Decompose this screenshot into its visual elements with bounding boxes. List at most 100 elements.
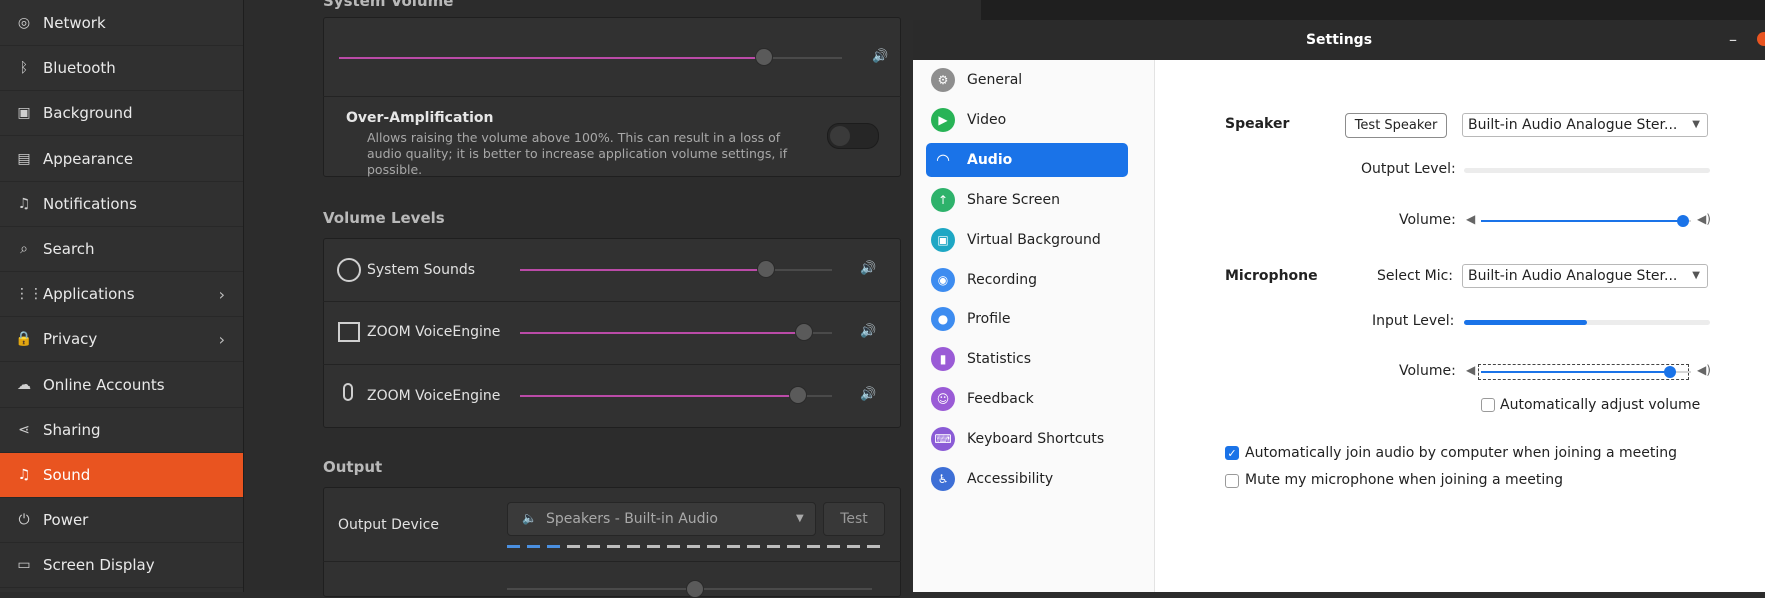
profile-icon: ● xyxy=(931,307,955,332)
sidebar-item-label: Notifications xyxy=(43,194,137,213)
over-amplification-title: Over-Amplification xyxy=(346,110,494,126)
zoom-nav-label: Audio xyxy=(967,151,1013,168)
test-speaker-button[interactable]: Test Speaker xyxy=(1345,113,1447,138)
speaker-label: Speaker xyxy=(1225,116,1290,132)
apps-grid-icon: ⋮⋮ xyxy=(15,286,43,303)
sidebar-item-sound[interactable]: ♫ Sound xyxy=(0,453,243,498)
appearance-icon: ▤ xyxy=(17,150,31,167)
zoom-nav-profile[interactable]: ● Profile xyxy=(913,302,1154,336)
output-level-segment xyxy=(707,545,720,548)
zoom-nav-general[interactable]: ⚙ General xyxy=(913,63,1154,97)
mute-mic-label: Mute my microphone when joining a meetin… xyxy=(1245,472,1563,488)
auto-join-audio-checkbox[interactable]: ✓ xyxy=(1225,446,1239,460)
sidebar-item-label: Applications xyxy=(43,285,135,304)
sidebar-item-label: Bluetooth xyxy=(43,59,116,78)
app-volume-knob[interactable] xyxy=(757,260,775,278)
sidebar-item-appearance[interactable]: ▤ Appearance xyxy=(0,137,243,182)
system-volume-knob[interactable] xyxy=(755,48,773,66)
volume-knob[interactable] xyxy=(1677,215,1689,227)
zoom-nav-label: Statistics xyxy=(967,351,1031,368)
app-label-zoom-voiceengine: ZOOM VoiceEngine xyxy=(367,324,501,340)
app-volume-fill xyxy=(520,395,798,397)
sidebar-item-bluetooth[interactable]: ᛒ Bluetooth xyxy=(0,46,243,92)
sidebar-item-search[interactable]: ⌕ Search xyxy=(0,227,243,272)
over-amplification-toggle[interactable] xyxy=(827,123,879,149)
virtual-background-icon: ▣ xyxy=(931,227,955,252)
test-button[interactable]: Test xyxy=(823,502,885,536)
volume-knob[interactable] xyxy=(1664,366,1676,378)
zoom-nav-label: Virtual Background xyxy=(967,231,1101,248)
speaker-icon: 🔊 xyxy=(860,387,877,402)
output-level-bar xyxy=(1464,168,1710,173)
sidebar-item-privacy[interactable]: 🔒 Privacy › xyxy=(0,317,243,363)
sidebar-item-background[interactable]: ▣ Background xyxy=(0,91,243,137)
output-level-segment xyxy=(727,545,740,548)
output-level-segment xyxy=(647,545,660,548)
app-volume-knob[interactable] xyxy=(789,386,807,404)
sidebar-item-screen-display[interactable]: ▭ Screen Display xyxy=(0,543,243,589)
sidebar-item-network[interactable]: ◎ Network xyxy=(0,1,243,46)
zoom-nav-video[interactable]: ▶ Video xyxy=(913,103,1154,137)
output-device-dropdown[interactable]: 🔈 Speakers - Built-in Audio ▼ xyxy=(507,502,816,536)
sidebar-item-applications[interactable]: ⋮⋮ Applications › xyxy=(0,272,243,318)
zoom-nav-label: General xyxy=(967,72,1023,88)
mute-mic-checkbox[interactable] xyxy=(1225,474,1239,488)
chevron-right-icon: › xyxy=(218,284,225,304)
output-level-segment xyxy=(667,545,680,548)
film-icon xyxy=(338,322,360,342)
zoom-nav-statistics[interactable]: ▮ Statistics xyxy=(913,342,1154,376)
zoom-nav-recording[interactable]: ◉ Recording xyxy=(913,263,1154,297)
chevron-down-icon: ▼ xyxy=(1692,119,1700,130)
close-button[interactable] xyxy=(1757,32,1765,46)
select-mic-label: Select Mic: xyxy=(1377,268,1454,284)
speaker-icon: 🔊 xyxy=(860,261,877,276)
auto-adjust-volume-checkbox[interactable] xyxy=(1481,398,1495,412)
volume-levels-header: Volume Levels xyxy=(323,209,445,227)
output-level-segment xyxy=(827,545,840,548)
sidebar-item-label: Screen Display xyxy=(43,556,155,575)
volume-fill xyxy=(1481,220,1683,222)
power-icon: ⏻ xyxy=(18,512,30,529)
minimize-button[interactable]: – xyxy=(1729,30,1737,49)
app-volume-fill xyxy=(520,269,766,271)
sidebar-item-online-accounts[interactable]: ☁ Online Accounts xyxy=(0,363,243,408)
zoom-nav-audio[interactable]: ◠ Audio xyxy=(926,142,1128,177)
volume-high-icon: ◀) xyxy=(1697,212,1711,226)
sidebar-item-notifications[interactable]: ♫ Notifications xyxy=(0,182,243,227)
zoom-nav-feedback[interactable]: ☺ Feedback xyxy=(913,382,1154,416)
sidebar-item-label: Background xyxy=(43,104,133,123)
zoom-nav-label: Share Screen xyxy=(967,191,1060,208)
app-volume-knob[interactable] xyxy=(795,323,813,341)
system-volume-fill xyxy=(339,57,764,59)
output-device-value: Speakers - Built-in Audio xyxy=(546,511,718,527)
keyboard-icon: ⌨ xyxy=(931,427,955,452)
zoom-nav-virtual-background[interactable]: ▣ Virtual Background xyxy=(913,223,1154,257)
sidebar-item-sharing[interactable]: ⋖ Sharing xyxy=(0,408,243,453)
search-icon: ⌕ xyxy=(20,241,28,257)
zoom-nav-share-screen[interactable]: ↑ Share Screen xyxy=(913,183,1154,217)
zoom-nav-label: Profile xyxy=(967,311,1011,328)
zoom-nav-keyboard-shortcuts[interactable]: ⌨ Keyboard Shortcuts xyxy=(913,422,1154,456)
sidebar-item-power[interactable]: ⏻ Power xyxy=(0,498,243,544)
over-amplification-description: Allows raising the volume above 100%. Th… xyxy=(367,130,788,177)
sidebar-item-label: Search xyxy=(43,240,95,258)
sidebar-item-label: Appearance xyxy=(43,149,134,168)
output-level-segment xyxy=(607,545,620,548)
volume-fill xyxy=(1481,371,1670,373)
balance-knob[interactable] xyxy=(686,580,704,598)
speaker-device-select[interactable]: Built-in Audio Analogue Ster... ▼ xyxy=(1462,113,1708,137)
mic-device-select[interactable]: Built-in Audio Analogue Ster... ▼ xyxy=(1462,264,1708,288)
statistics-icon: ▮ xyxy=(931,347,955,372)
output-level-segment xyxy=(567,545,580,548)
output-level-segment xyxy=(547,545,560,548)
input-level-fill xyxy=(1464,320,1587,325)
zoom-nav-label: Accessibility xyxy=(967,471,1054,487)
sidebar-item-label: Network xyxy=(43,14,106,32)
display-icon: ▭ xyxy=(17,557,31,574)
window-title: Settings xyxy=(1305,32,1373,48)
zoom-nav-accessibility[interactable]: ♿ Accessibility xyxy=(913,462,1154,496)
chevron-right-icon: › xyxy=(218,329,225,349)
zoom-nav-label: Keyboard Shortcuts xyxy=(967,431,1105,448)
background-terminal-strip xyxy=(981,0,1765,20)
network-icon: ◎ xyxy=(17,15,31,31)
